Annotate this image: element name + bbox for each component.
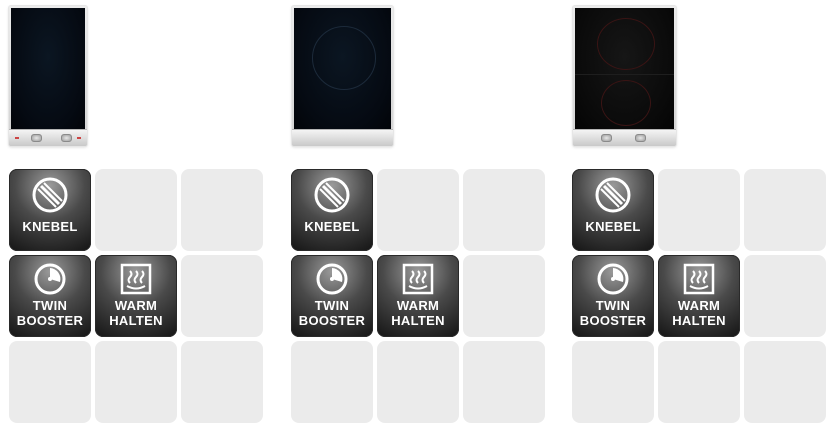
feature-empty-tile: [377, 341, 459, 423]
feature-label: KNEBEL: [304, 219, 360, 234]
knob-icon: [32, 177, 68, 213]
product-column-1: KNEBEL TWIN BOOSTER WARM HALTEN: [0, 0, 263, 423]
feature-empty-tile: [463, 169, 545, 251]
feature-label-line1: TWIN: [314, 298, 350, 313]
heat-waves-icon: [402, 263, 434, 295]
knob-icon: [595, 177, 631, 213]
feature-keep-warm-tile: WARM HALTEN: [95, 255, 177, 337]
timer-gauge-icon: [597, 263, 629, 295]
feature-label-line2: HALTEN: [109, 313, 163, 328]
feature-label-line2: HALTEN: [391, 313, 445, 328]
feature-empty-tile: [181, 169, 263, 251]
feature-label: KNEBEL: [585, 219, 641, 234]
feature-empty-tile: [744, 255, 826, 337]
heat-waves-icon: [120, 263, 152, 295]
feature-grid-3: KNEBEL TWIN BOOSTER WARM HALTEN: [572, 169, 826, 423]
feature-label-line1: WARM: [396, 298, 440, 313]
feature-empty-tile: [95, 341, 177, 423]
cooktop-image-2: [292, 6, 393, 146]
knob-icon: [314, 177, 350, 213]
feature-label-line2: HALTEN: [672, 313, 726, 328]
feature-empty-tile: [9, 341, 91, 423]
product-column-2: KNEBEL TWIN BOOSTER WARM HALTEN: [282, 0, 545, 423]
timer-gauge-icon: [34, 263, 66, 295]
feature-twin-booster-tile: TWIN BOOSTER: [572, 255, 654, 337]
feature-empty-tile: [572, 341, 654, 423]
timer-gauge-icon: [316, 263, 348, 295]
product-column-3: KNEBEL TWIN BOOSTER WARM HALTEN: [563, 0, 826, 423]
feature-empty-tile: [377, 169, 459, 251]
cooktop-image-3: [573, 6, 676, 146]
feature-twin-booster-tile: TWIN BOOSTER: [291, 255, 373, 337]
feature-label-line2: BOOSTER: [298, 313, 366, 328]
heat-waves-icon: [683, 263, 715, 295]
feature-knob-tile: KNEBEL: [9, 169, 91, 251]
feature-empty-tile: [658, 169, 740, 251]
feature-label-line1: WARM: [677, 298, 721, 313]
feature-empty-tile: [463, 255, 545, 337]
feature-grid-2: KNEBEL TWIN BOOSTER WARM HALTEN: [291, 169, 545, 423]
feature-knob-tile: KNEBEL: [291, 169, 373, 251]
feature-label-line1: WARM: [114, 298, 158, 313]
feature-label-line1: TWIN: [595, 298, 631, 313]
feature-empty-tile: [463, 341, 545, 423]
feature-empty-tile: [744, 169, 826, 251]
feature-empty-tile: [291, 341, 373, 423]
feature-grid-1: KNEBEL TWIN BOOSTER WARM HALTEN: [9, 169, 263, 423]
feature-empty-tile: [658, 341, 740, 423]
feature-label: KNEBEL: [22, 219, 78, 234]
feature-twin-booster-tile: TWIN BOOSTER: [9, 255, 91, 337]
feature-empty-tile: [744, 341, 826, 423]
feature-keep-warm-tile: WARM HALTEN: [658, 255, 740, 337]
feature-label-line2: BOOSTER: [16, 313, 84, 328]
feature-empty-tile: [95, 169, 177, 251]
feature-label-line1: TWIN: [32, 298, 68, 313]
feature-empty-tile: [181, 341, 263, 423]
feature-knob-tile: KNEBEL: [572, 169, 654, 251]
cooktop-image-1: [9, 6, 87, 146]
feature-empty-tile: [181, 255, 263, 337]
feature-label-line2: BOOSTER: [579, 313, 647, 328]
feature-keep-warm-tile: WARM HALTEN: [377, 255, 459, 337]
